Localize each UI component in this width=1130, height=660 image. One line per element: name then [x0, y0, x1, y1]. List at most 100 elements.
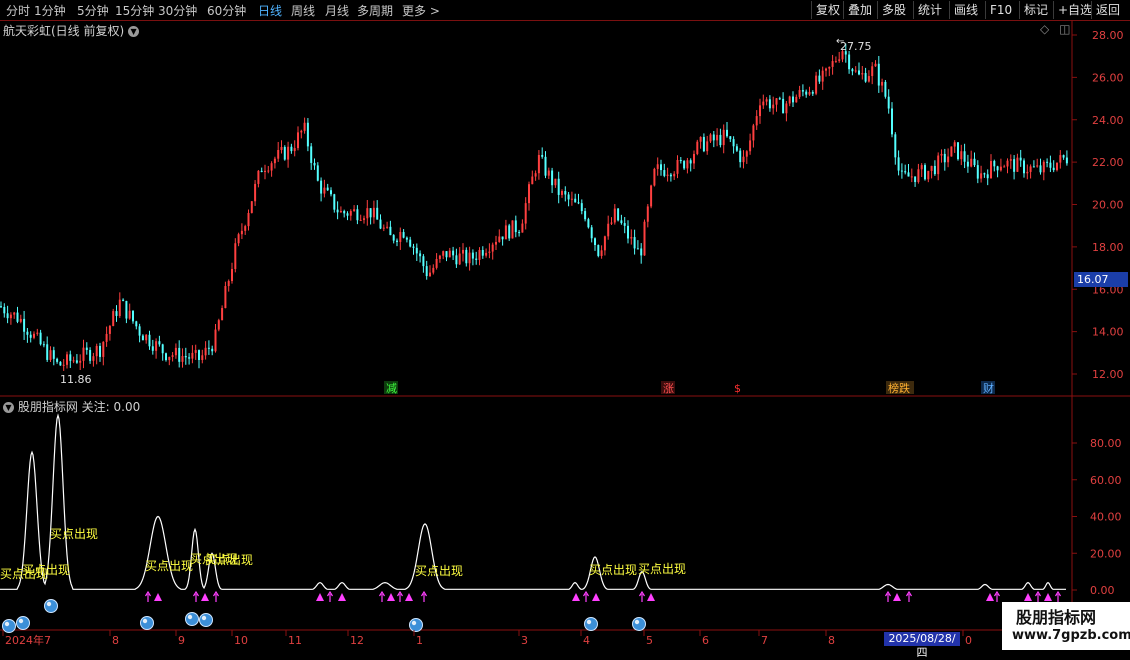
candle-body — [198, 350, 200, 360]
candle-body — [752, 125, 755, 141]
candle-body — [1023, 160, 1025, 174]
candle-body — [471, 252, 474, 259]
candle-body — [1042, 161, 1045, 173]
signal-ball — [140, 616, 154, 630]
candle-body — [1065, 157, 1068, 164]
candle-body — [191, 352, 194, 359]
candle-body — [831, 61, 834, 67]
candle-body — [1049, 162, 1052, 168]
candle-body — [712, 134, 715, 141]
signal-triangle — [572, 593, 580, 601]
signal-ball-highlight — [187, 614, 193, 620]
candle-body — [953, 142, 956, 147]
candle-body — [108, 326, 111, 334]
signal-ball — [44, 599, 58, 613]
event-tag-reduce[interactable]: 减 — [386, 382, 397, 395]
candle-body — [689, 160, 692, 164]
candle-body — [122, 299, 125, 301]
candle-body — [782, 98, 785, 114]
candle-body — [214, 329, 217, 352]
event-tag-list[interactable]: 榜跌 — [888, 381, 910, 395]
signal-triangle — [893, 593, 901, 601]
candle-body — [910, 176, 913, 178]
signal-label: 买点出现 — [589, 563, 637, 577]
candle-body — [587, 219, 590, 228]
candle-body — [851, 69, 854, 72]
candle-body — [504, 225, 507, 240]
indicator-yaxis: 80.00 60.00 40.00 20.00 0.00 — [1072, 437, 1122, 597]
candle-body — [580, 203, 583, 212]
xaxis-label: 5 — [646, 634, 653, 647]
candle-body — [257, 170, 260, 184]
candle-body — [808, 92, 811, 95]
candle-body — [488, 251, 491, 253]
candle-body — [442, 251, 445, 256]
candle-body — [455, 255, 458, 265]
candle-body — [669, 174, 672, 177]
signal-label: 买点出现 — [145, 559, 193, 573]
candle-body — [544, 156, 547, 176]
candle-body — [231, 268, 233, 282]
candle-body — [729, 136, 732, 140]
candle-body — [141, 335, 144, 341]
candle-body — [1036, 165, 1039, 167]
candle-body — [145, 334, 148, 341]
candle-body — [534, 173, 537, 177]
candle-body — [438, 255, 441, 259]
candle-body — [914, 176, 917, 183]
event-tag-dollar[interactable]: $ — [734, 382, 741, 395]
xaxis-label: 11 — [288, 634, 302, 647]
candle-body — [306, 122, 309, 147]
candle-body — [999, 166, 1002, 171]
candle-body — [973, 158, 976, 166]
candle-body — [95, 345, 98, 357]
candle-body — [683, 161, 686, 169]
candle-body — [957, 142, 959, 160]
candle-body — [521, 223, 524, 233]
candle-body — [745, 151, 748, 157]
candle-body — [313, 162, 316, 166]
xaxis-label: 1 — [416, 634, 423, 647]
candle-body — [630, 237, 633, 239]
candle-body — [947, 156, 950, 163]
candle-body — [742, 156, 745, 163]
candle-body — [320, 180, 323, 194]
candle-body — [99, 345, 101, 357]
candle-body — [6, 313, 9, 319]
candle-body — [924, 165, 926, 180]
candle-body — [990, 160, 992, 179]
candle-body — [574, 198, 577, 203]
candle-body — [254, 183, 257, 202]
candle-body — [300, 130, 303, 133]
candle-body — [132, 310, 134, 322]
signal-triangle — [387, 593, 395, 601]
stock-chart[interactable]: 28.0026.0024.0022.0020.0018.0016.0014.00… — [0, 0, 1130, 650]
candle-body — [339, 210, 342, 213]
candle-body — [112, 311, 115, 327]
event-tag-finance[interactable]: 财 — [983, 381, 994, 395]
candle-body — [495, 241, 497, 245]
candle-body — [666, 174, 669, 176]
candle-body — [270, 163, 273, 171]
candle-body — [722, 129, 725, 146]
candle-body — [429, 272, 431, 277]
candle-body — [976, 165, 979, 179]
candle-body — [706, 141, 709, 152]
candle-body — [514, 220, 517, 233]
event-tag-rise[interactable]: 涨 — [663, 382, 674, 395]
candle-body — [445, 251, 448, 258]
candle-body — [623, 223, 626, 226]
candle-body — [765, 99, 768, 102]
candle-body — [316, 165, 319, 181]
signal-triangle — [986, 593, 994, 601]
candle-body — [759, 105, 761, 117]
candle-body — [528, 184, 530, 204]
candle-body — [188, 357, 191, 359]
candle-body — [419, 253, 422, 257]
xaxis-label: 10 — [234, 634, 248, 647]
candle-body — [19, 318, 22, 322]
signal-ball — [584, 617, 598, 631]
signal-ball-highlight — [18, 618, 24, 624]
candle-body — [775, 98, 778, 105]
candle-body — [551, 170, 554, 186]
